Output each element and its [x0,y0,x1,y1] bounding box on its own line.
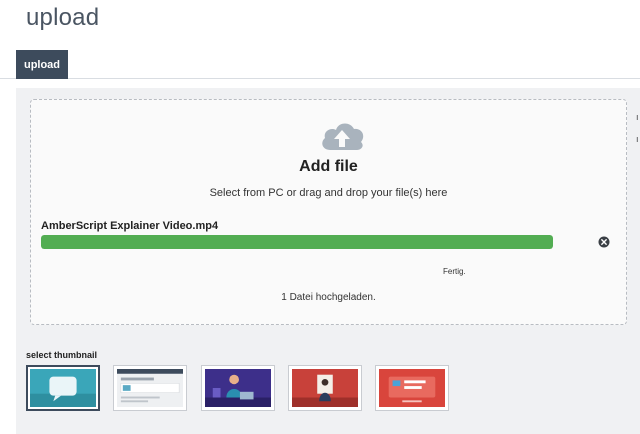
upload-status: Fertig. [443,267,466,276]
thumbnail-option-4[interactable] [288,365,362,411]
thumbnail-option-1[interactable] [26,365,100,411]
cloud-upload-icon [322,123,364,150]
tab-bar: upload [0,50,640,79]
dropzone-instructions: Select from PC or drag and drop your fil… [209,187,448,199]
file-dropzone[interactable]: Add file Select from PC or drag and drop… [30,99,627,325]
upload-progress-bar [41,235,553,249]
thumbnail-image [292,369,358,407]
edge-glyph: ı [636,112,639,122]
thumbnail-image [30,369,96,407]
thumbnail-option-2[interactable] [113,365,187,411]
thumbnail-image [379,369,445,407]
upload-panel: Add file Select from PC or drag and drop… [16,88,640,434]
thumbnail-image [117,369,183,407]
close-circle-icon[interactable] [598,236,610,248]
thumbnail-image [205,369,271,407]
tab-upload[interactable]: upload [16,50,68,79]
thumbnail-option-3[interactable] [201,365,275,411]
uploaded-file-name: AmberScript Explainer Video.mp4 [41,220,219,232]
edge-glyph: ı [636,134,639,144]
add-file-heading: Add file [299,158,358,175]
thumbnail-option-5[interactable] [375,365,449,411]
upload-summary: 1 Datei hochgeladen. [281,292,376,303]
thumbnail-label: select thumbnail [26,350,98,360]
page-title: upload [26,4,100,31]
upload-progress-fill [41,235,553,249]
